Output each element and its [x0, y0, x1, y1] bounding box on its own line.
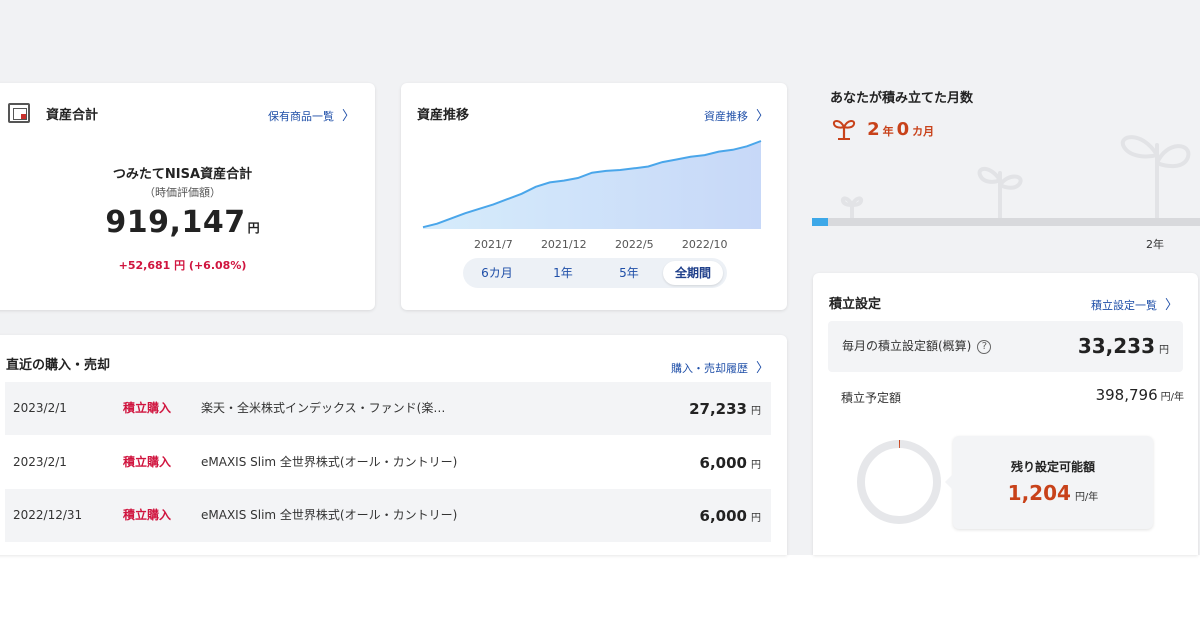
transaction-row: 2023/2/1 積立購入 楽天・全米株式インデックス・ファンド(楽… 27,2… [5, 382, 771, 435]
transaction-type: 積立購入 [123, 455, 172, 469]
transaction-amount-unit: 円 [751, 513, 761, 524]
transaction-date: 2023/2/1 [13, 455, 67, 469]
recent-transactions-card: 直近の購入・売却 購入・売却履歴〉 2023/2/1 積立購入 楽天・全米株式イ… [0, 335, 787, 555]
transaction-amount-value: 6,000 [699, 454, 747, 472]
transaction-amount: 27,233 円 [689, 382, 761, 438]
monthly-setting-amount: 33,233 [1077, 334, 1155, 358]
chevron-right-icon: 〉 [1164, 298, 1178, 313]
safe-icon [8, 103, 30, 123]
planned-amount-label: 積立予定額 [841, 391, 902, 405]
monthly-setting-unit: 円 [1159, 345, 1169, 356]
plant-growth-illustration [840, 135, 1191, 220]
transaction-row: 2022/12/31 積立購入 eMAXIS Slim 全世界株式(オール・カン… [5, 489, 771, 542]
transaction-fund: eMAXIS Slim 全世界株式(オール・カントリー) [201, 455, 458, 469]
settings-title: 積立設定 [829, 297, 882, 312]
monthly-setting-value: 33,233 円 [1078, 321, 1169, 376]
tab-5-years[interactable]: 5年 [599, 261, 659, 285]
help-icon[interactable]: ? [977, 340, 992, 354]
transaction-amount-unit: 円 [751, 406, 761, 417]
x-tick-label: 2022/5 [615, 238, 654, 251]
x-tick-label: 2022/10 [682, 238, 728, 251]
transaction-amount-value: 27,233 [689, 400, 747, 418]
asset-trend-card: 資産推移 資産推移〉 2021/7 2021/12 2022/5 2022/10 6カ… [401, 83, 787, 310]
asset-gain: +52,681 円 (+6.08%) [118, 259, 247, 272]
asset-trend-chart: 2021/7 2021/12 2022/5 2022/10 [422, 140, 762, 251]
asset-total-title: 資産合計 [46, 108, 99, 123]
planned-amount-unit: 円/年 [1160, 392, 1184, 403]
months-progress-end-label: 2年 [1146, 238, 1164, 251]
remaining-limit-unit: 円/年 [1074, 492, 1099, 503]
monthly-setting-label: 毎月の積立設定額(概算) [842, 339, 972, 353]
tab-all-period[interactable]: 全期間 [663, 261, 723, 285]
x-tick-label: 2021/7 [474, 238, 513, 251]
remaining-limit-label: 残り設定可能額 [1010, 460, 1095, 474]
holdings-list-link-label[interactable]: 保有商品一覧 [268, 110, 334, 123]
tab-1-year[interactable]: 1年 [533, 261, 593, 285]
months-progress-bar [812, 218, 1200, 226]
transaction-history-link-label[interactable]: 購入・売却履歴 [671, 362, 748, 375]
holdings-list-link[interactable]: 保有商品一覧〉 [268, 105, 355, 124]
asset-total-unit: 円 [247, 221, 260, 235]
asset-total-card: 資産合計 保有商品一覧〉 つみたてNISA資産合計 （時価評価額） 919,14… [0, 83, 375, 310]
transaction-row: 2023/2/1 積立購入 eMAXIS Slim 全世界株式(オール・カントリ… [5, 436, 771, 489]
transaction-amount-value: 6,000 [699, 507, 747, 525]
remaining-limit-value: 1,204 円/年 [953, 481, 1153, 505]
transaction-type: 積立購入 [123, 401, 172, 415]
accumulation-settings-card: 積立設定 積立設定一覧〉 毎月の積立設定額(概算)? 33,233 円 積立予定額… [813, 273, 1198, 555]
remaining-limit-amount: 1,204 [1007, 481, 1071, 505]
chevron-right-icon: 〉 [755, 361, 769, 376]
transaction-type: 積立購入 [123, 508, 172, 522]
remaining-limit-box: 残り設定可能額 1,204 円/年 [945, 436, 1153, 529]
settings-list-link-label[interactable]: 積立設定一覧 [1091, 299, 1157, 312]
x-tick-label: 2021/12 [541, 238, 587, 251]
months-accumulated-label: あなたが積み立てた月数 [830, 91, 974, 106]
transaction-fund: 楽天・全米株式インデックス・ファンド(楽… [201, 401, 446, 415]
recent-transactions-title: 直近の購入・売却 [6, 358, 111, 373]
market-value-note: （時価評価額） [144, 186, 221, 199]
monthly-setting-box: 毎月の積立設定額(概算)? 33,233 円 [828, 321, 1183, 372]
period-tabs: 6カ月 1年 5年 全期間 [463, 258, 727, 288]
tab-6-months[interactable]: 6カ月 [467, 261, 527, 285]
transaction-date: 2022/12/31 [13, 508, 83, 522]
transaction-history-link[interactable]: 購入・売却履歴〉 [671, 357, 769, 376]
asset-total-value: 919,147 [105, 205, 246, 240]
transaction-amount: 6,000 円 [700, 436, 761, 492]
asset-total-value-row: 919,147 円 [0, 205, 375, 240]
transaction-amount: 6,000 円 [700, 489, 761, 545]
chevron-right-icon: 〉 [341, 109, 355, 124]
monthly-setting-label-row: 毎月の積立設定額(概算)? [842, 321, 992, 372]
transaction-amount-unit: 円 [751, 460, 761, 471]
planned-amount-value: 398,796 円/年 [1096, 385, 1184, 404]
remaining-limit-donut [857, 440, 941, 524]
transaction-date: 2023/2/1 [13, 401, 67, 415]
nisa-asset-total-label: つみたてNISA資産合計 [112, 167, 253, 182]
months-progress-fill [812, 218, 828, 226]
settings-list-link[interactable]: 積立設定一覧〉 [1091, 294, 1178, 313]
planned-amount: 398,796 [1095, 386, 1158, 404]
transaction-fund: eMAXIS Slim 全世界株式(オール・カントリー) [201, 508, 458, 522]
